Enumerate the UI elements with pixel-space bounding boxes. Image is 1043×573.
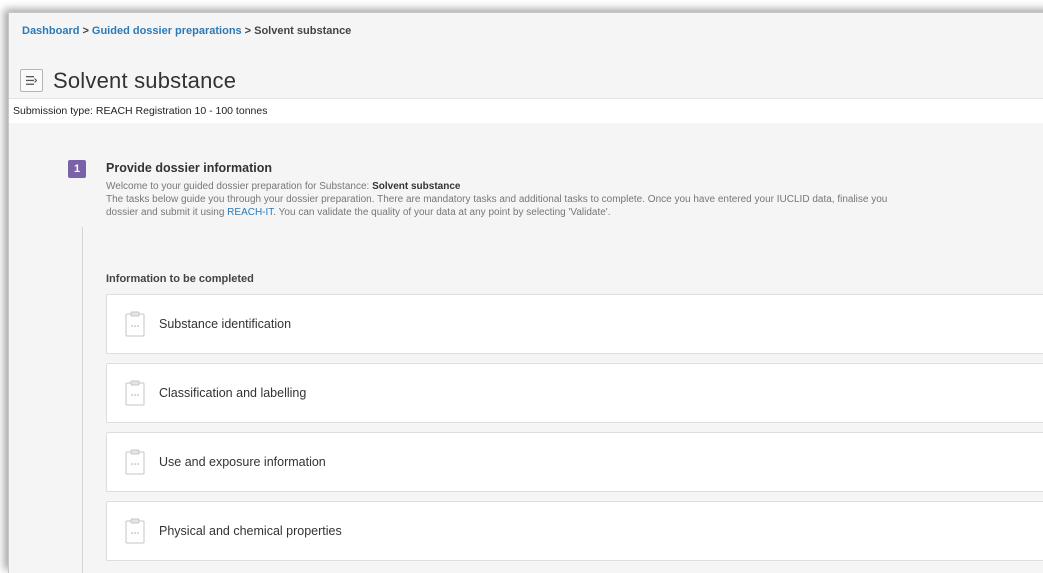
section-title: Information to be completed [106, 273, 254, 285]
clipboard-icon [125, 380, 145, 406]
breadcrumb-guided-dossier-link[interactable]: Guided dossier preparations [92, 25, 242, 37]
reach-it-link[interactable]: REACH-IT [227, 207, 273, 218]
submission-type: Submission type: REACH Registration 10 -… [9, 98, 1043, 124]
task-list: Substance identification Classification … [106, 294, 1043, 570]
step-timeline-line [82, 227, 83, 573]
welcome-text: Welcome to your guided dossier preparati… [106, 181, 373, 192]
clipboard-icon [125, 311, 145, 337]
task-label: Use and exposure information [159, 455, 326, 469]
page-header: Dashboard > Guided dossier preparations > So… [9, 13, 1043, 98]
breadcrumb-dashboard-link[interactable]: Dashboard [22, 25, 79, 37]
step-number-badge: 1 [68, 160, 86, 178]
task-label: Physical and chemical properties [159, 524, 342, 538]
welcome-line: Welcome to your guided dossier preparati… [106, 180, 1043, 193]
welcome-substance-name: Solvent substance [372, 181, 461, 192]
task-classification-labelling[interactable]: Classification and labelling [106, 363, 1043, 423]
breadcrumb: Dashboard > Guided dossier preparations > So… [22, 25, 351, 37]
task-label: Substance identification [159, 317, 292, 331]
breadcrumb-separator: > [82, 25, 89, 37]
task-label: Classification and labelling [159, 386, 307, 400]
page-title: Solvent substance [53, 67, 237, 93]
task-use-exposure[interactable]: Use and exposure information [106, 432, 1043, 492]
app-window: Dashboard > Guided dossier preparations > So… [8, 12, 1043, 573]
breadcrumb-current: Solvent substance [254, 25, 352, 37]
description-line-1: The tasks below guide you through your d… [106, 194, 888, 205]
description-text: dossier and submit it using [106, 207, 228, 218]
step-description: Welcome to your guided dossier preparati… [106, 180, 1043, 219]
menu-icon [26, 76, 37, 86]
description-line-2: dossier and submit it using REACH-IT. Yo… [106, 206, 1043, 219]
step-title: Provide dossier information [106, 161, 273, 175]
clipboard-icon [125, 518, 145, 544]
main-content: 1 Provide dossier information Welcome to… [9, 123, 1043, 573]
task-physical-chemical[interactable]: Physical and chemical properties [106, 501, 1043, 561]
menu-toggle-button[interactable] [20, 69, 43, 93]
description-text-end: . You can validate the quality of your d… [273, 207, 611, 218]
breadcrumb-separator: > [244, 25, 252, 37]
task-substance-identification[interactable]: Substance identification [106, 294, 1043, 354]
clipboard-icon [125, 449, 145, 475]
